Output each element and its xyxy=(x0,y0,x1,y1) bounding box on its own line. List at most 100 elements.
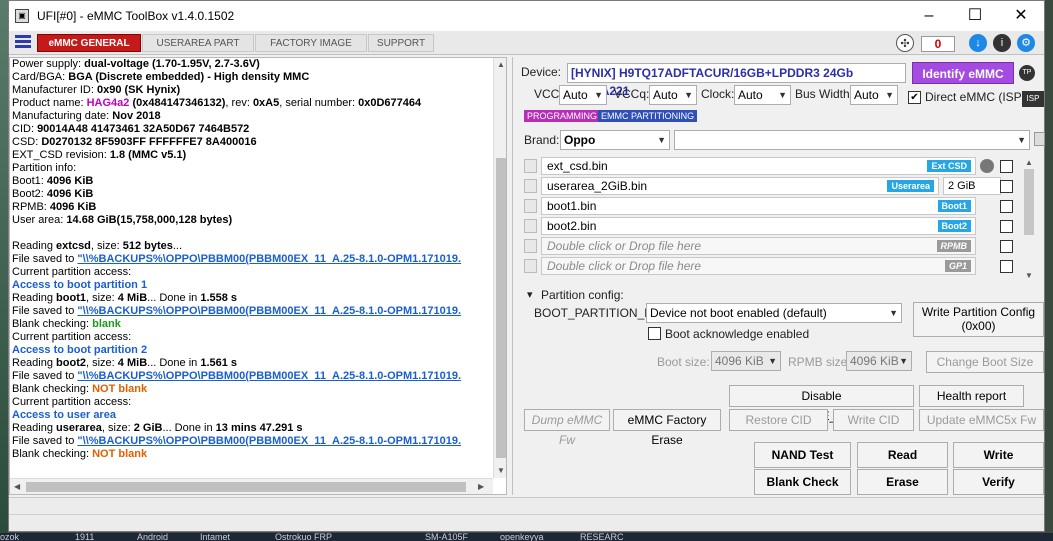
nand-test-button[interactable]: NAND Test xyxy=(754,442,851,468)
taskbar-item[interactable]: Intamet xyxy=(200,533,230,541)
log-file-link[interactable]: "\\%BACKUPS%\OPPO\PBBM00(PBBM00EX_11_A.2… xyxy=(77,253,461,265)
log-vscroll-thumb[interactable] xyxy=(496,158,506,458)
scroll-up-icon[interactable]: ▲ xyxy=(497,60,505,69)
file-path-field[interactable]: boot2.bin Boot2 xyxy=(541,217,976,235)
disable-perm-write-protect-button[interactable]: Disable PERM_WRITE_PROTECT xyxy=(729,385,914,423)
tab-factory-image[interactable]: FACTORY IMAGE xyxy=(255,34,367,52)
info-icon[interactable]: i xyxy=(993,34,1011,52)
direct-emmc-checkbox[interactable]: ✔ xyxy=(908,91,921,104)
scroll-left-icon[interactable]: ◀ xyxy=(14,482,20,491)
collapse-arrow-icon[interactable]: ▾ xyxy=(527,288,533,301)
boot-partition-select[interactable]: Device not boot enabled (default) ▼ xyxy=(646,303,902,323)
file-checkbox[interactable] xyxy=(1000,240,1013,253)
file-row: Double click or Drop file here GP1 xyxy=(524,257,1024,275)
isp-icon[interactable]: ISP xyxy=(1022,91,1044,107)
file-icon[interactable] xyxy=(524,179,537,193)
file-path-field[interactable]: boot1.bin Boot1 xyxy=(541,197,976,215)
scroll-up-icon[interactable]: ▲ xyxy=(1025,158,1033,167)
taskbar-item[interactable]: 1911 xyxy=(75,533,94,541)
boot-ack-checkbox[interactable] xyxy=(648,327,661,340)
clock-select[interactable]: Auto ▼ xyxy=(734,85,791,105)
taskbar-item[interactable]: openkeyya xyxy=(500,533,544,541)
taskbar-item[interactable]: Ostrokuo FRP xyxy=(275,533,332,541)
tab-programming[interactable]: PROGRAMMING xyxy=(524,110,601,122)
copy-icon[interactable] xyxy=(1034,132,1045,146)
close-button[interactable]: ✕ xyxy=(998,1,1044,31)
log-segment: , size: xyxy=(86,357,118,369)
minimize-button[interactable]: – xyxy=(906,1,952,31)
tp-icon[interactable]: TP xyxy=(1019,65,1035,81)
hamburger-menu-icon[interactable] xyxy=(15,35,31,51)
file-checkbox[interactable] xyxy=(1000,180,1013,193)
vccq-select[interactable]: Auto ▼ xyxy=(649,85,697,105)
brand-select[interactable]: Oppo ▼ xyxy=(560,130,670,150)
file-checkbox[interactable] xyxy=(1000,260,1013,273)
read-button[interactable]: Read xyxy=(857,442,948,468)
write-button[interactable]: Write xyxy=(953,442,1044,468)
scroll-right-icon[interactable]: ▶ xyxy=(478,482,484,491)
download-icon[interactable]: ↓ xyxy=(969,34,987,52)
file-path-field[interactable]: Double click or Drop file here RPMB xyxy=(541,237,976,255)
verify-button[interactable]: Verify xyxy=(953,469,1044,495)
log-line: Current partition access: xyxy=(12,266,492,279)
tab-userarea-part[interactable]: USERAREA PART xyxy=(142,34,254,52)
identify-emmc-button[interactable]: Identify eMMC xyxy=(912,62,1014,84)
scroll-down-icon[interactable]: ▼ xyxy=(1025,271,1033,280)
log-segment: 13 mins 47.291 s xyxy=(215,422,303,434)
log-segment: NOT blank xyxy=(92,448,148,460)
taskbar-item[interactable]: ozok xyxy=(0,533,19,541)
log-file-link[interactable]: "\\%BACKUPS%\OPPO\PBBM00(PBBM00EX_11_A.2… xyxy=(77,305,461,317)
file-path-field[interactable]: Double click or Drop file here GP1 xyxy=(541,257,976,275)
restore-cid-button[interactable]: Restore CID xyxy=(729,409,828,431)
blank-check-button[interactable]: Blank Check xyxy=(754,469,851,495)
change-boot-size-button[interactable]: Change Boot Size xyxy=(926,351,1044,373)
write-cid-button[interactable]: Write CID xyxy=(833,409,914,431)
file-icon[interactable] xyxy=(524,259,537,273)
settings-gear-icon[interactable]: ⚙ xyxy=(1017,34,1035,52)
device-field[interactable]: [HYNIX] H9TQ17ADFTACUR/16GB+LPDDR3 24Gb … xyxy=(567,63,906,98)
rpmb-size-select[interactable]: 4096 KiB ▼ xyxy=(846,351,912,371)
write-partition-config-button[interactable]: Write Partition Config (0x00) xyxy=(913,302,1044,337)
model-select[interactable]: ▼ xyxy=(674,130,1030,150)
log-vertical-scrollbar[interactable]: ▲ ▼ xyxy=(493,58,506,478)
file-icon[interactable] xyxy=(524,239,537,253)
bus-width-select[interactable]: Auto ▼ xyxy=(850,85,898,105)
file-path-field[interactable]: ext_csd.bin Ext CSD xyxy=(541,157,976,175)
tab-emmc-general[interactable]: eMMC GENERAL xyxy=(37,34,141,52)
vcc-select[interactable]: Auto ▼ xyxy=(559,85,607,105)
gear-icon[interactable] xyxy=(980,159,994,173)
log-horizontal-scrollbar[interactable]: ◀ ▶ xyxy=(10,478,493,494)
tab-emmc-partitioning[interactable]: EMMC PARTITIONING xyxy=(598,110,698,122)
file-list-scrollbar[interactable]: ▲ ▼ xyxy=(1020,157,1038,283)
file-checkbox[interactable] xyxy=(1000,200,1013,213)
health-report-button[interactable]: Health report xyxy=(919,385,1024,407)
log-segment: Blank checking: xyxy=(12,448,93,460)
radiation-icon[interactable]: ✣ xyxy=(896,34,914,52)
taskbar-item[interactable]: RESEARC xyxy=(580,533,624,541)
file-icon[interactable] xyxy=(524,219,537,233)
file-checkbox[interactable] xyxy=(1000,220,1013,233)
taskbar-item[interactable]: SM-A105F xyxy=(425,533,468,541)
emmc-factory-erase-button[interactable]: eMMC Factory Erase xyxy=(613,409,721,447)
rpmb-size-value: 4096 KiB xyxy=(850,354,899,368)
file-checkbox[interactable] xyxy=(1000,160,1013,173)
log-file-link[interactable]: "\\%BACKUPS%\OPPO\PBBM00(PBBM00EX_11_A.2… xyxy=(77,370,461,382)
tab-support[interactable]: SUPPORT xyxy=(368,34,434,52)
log-file-link[interactable]: "\\%BACKUPS%\OPPO\PBBM00(PBBM00EX_11_A.2… xyxy=(77,435,461,447)
taskbar-item[interactable]: Android xyxy=(137,533,168,541)
update-emmc5x-fw-button[interactable]: Update eMMC5x Fw xyxy=(919,409,1044,431)
log-line: Reading boot1, size: 4 MiB... Done in 1.… xyxy=(12,292,492,305)
log-line: Blank checking: NOT blank xyxy=(12,448,492,461)
tab-bar: eMMC GENERAL USERAREA PART FACTORY IMAGE… xyxy=(9,31,1044,55)
scroll-down-icon[interactable]: ▼ xyxy=(497,466,505,475)
device-label: Device: xyxy=(521,65,562,79)
file-path-field[interactable]: userarea_2GiB.bin Userarea xyxy=(541,177,939,195)
log-hscroll-thumb[interactable] xyxy=(26,482,466,492)
dump-emmc-fw-button[interactable]: Dump eMMC Fw xyxy=(524,409,610,447)
maximize-button[interactable]: ☐ xyxy=(952,1,998,31)
file-list-scroll-thumb[interactable] xyxy=(1024,169,1034,235)
boot-size-select[interactable]: 4096 KiB ▼ xyxy=(711,351,781,371)
erase-button[interactable]: Erase xyxy=(857,469,948,495)
file-icon[interactable] xyxy=(524,199,537,213)
file-icon[interactable] xyxy=(524,159,537,173)
